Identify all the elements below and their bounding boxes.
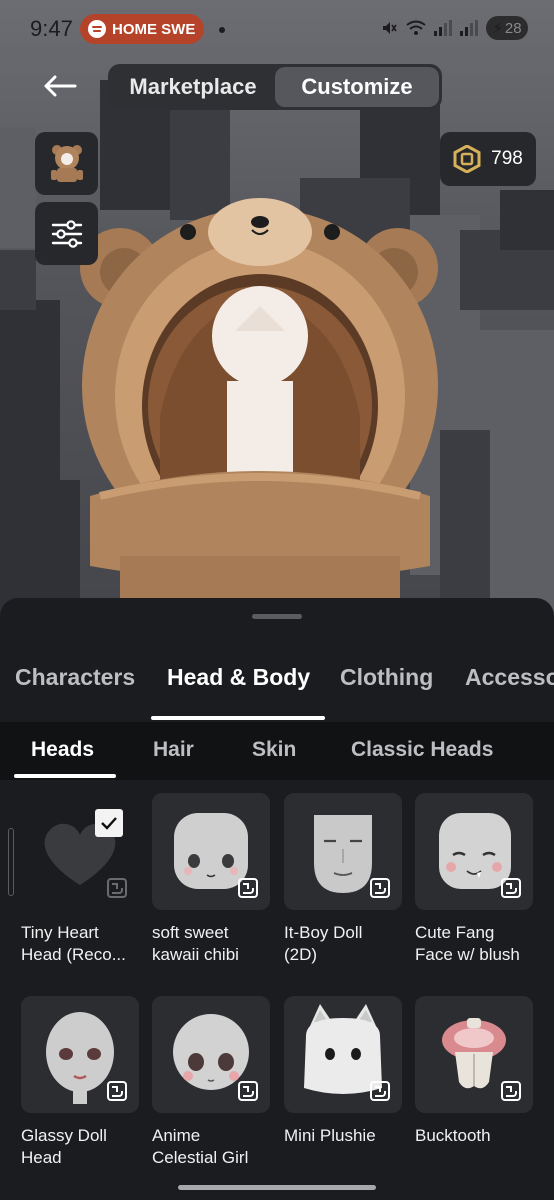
check-icon: [101, 817, 117, 830]
item-name-line1: Anime: [152, 1126, 201, 1145]
item-thumbnail: [21, 996, 139, 1113]
background-building: [0, 250, 36, 310]
media-pill[interactable]: HOME SWE: [80, 14, 204, 44]
charging-icon: ⚡: [492, 20, 503, 37]
tab-accessories[interactable]: Accessories: [465, 664, 554, 691]
category-tabs: Characters Head & Body Clothing Accessor…: [0, 650, 554, 722]
signal-icon-2: [460, 20, 478, 36]
subtab-indicator: [14, 774, 116, 778]
robux-balance-button[interactable]: 798: [440, 132, 536, 186]
item-name-line1: Cute Fang: [415, 923, 495, 942]
category-tab-indicator: [151, 716, 325, 720]
background-building: [500, 190, 554, 250]
mode-switcher: Marketplace Customize: [108, 64, 442, 110]
item-thumbnail: [284, 793, 402, 910]
avatar-model[interactable]: [80, 196, 440, 620]
item-thumbnail: [415, 996, 533, 1113]
face-icon: [107, 1081, 127, 1101]
back-button[interactable]: [36, 66, 84, 106]
subtab-heads[interactable]: Heads: [31, 738, 94, 762]
item-card[interactable]: Bucktooth: [415, 996, 533, 1147]
face-icon: [370, 1081, 390, 1101]
item-name-line1: Mini Plushie: [284, 1126, 376, 1145]
system-icons: ⚡ 28: [380, 16, 528, 40]
subtab-classic-heads[interactable]: Classic Heads: [351, 738, 493, 762]
arrow-left-icon: [44, 75, 77, 97]
status-time: 9:47: [30, 16, 73, 41]
face-icon: [501, 1081, 521, 1101]
item-thumbnail: [152, 996, 270, 1113]
item-thumbnail: [21, 793, 139, 910]
tab-characters[interactable]: Characters: [15, 664, 135, 691]
face-icon: [238, 1081, 258, 1101]
media-pill-label: HOME SWE: [112, 20, 196, 38]
background-building: [0, 128, 36, 248]
item-name-line2: (2D): [284, 945, 318, 964]
face-icon: [107, 878, 127, 898]
background-building: [440, 430, 490, 620]
item-name-line1: Tiny Heart: [21, 923, 99, 942]
item-thumbnail: [415, 793, 533, 910]
tab-head-body[interactable]: Head & Body: [167, 664, 310, 691]
mute-icon: [383, 22, 397, 34]
outfit-thumbnail-button[interactable]: [35, 132, 98, 195]
item-name-line2: Head: [21, 1148, 62, 1167]
face-icon: [370, 878, 390, 898]
item-name-line2: Head (Reco...: [21, 945, 126, 964]
spotify-icon: [88, 20, 106, 38]
item-name-line1: soft sweet: [152, 923, 229, 942]
tab-clothing[interactable]: Clothing: [340, 664, 433, 691]
subtab-hair[interactable]: Hair: [153, 738, 194, 762]
item-thumbnail: [152, 793, 270, 910]
item-card[interactable]: Cute Fang Face w/ blush: [415, 793, 533, 966]
item-card[interactable]: Anime Celestial Girl: [152, 996, 270, 1169]
item-name-line1: It-Boy Doll: [284, 923, 363, 942]
item-card[interactable]: It-Boy Doll (2D): [284, 793, 402, 966]
selected-checkbox[interactable]: [95, 809, 123, 837]
scrollbar[interactable]: [8, 828, 14, 896]
item-name-line2: kawaii chibi: [152, 945, 239, 964]
item-card[interactable]: soft sweet kawaii chibi: [152, 793, 270, 966]
item-card[interactable]: Tiny Heart Head (Reco...: [21, 793, 139, 966]
sliders-icon: [51, 219, 82, 248]
item-name-line1: Bucktooth: [415, 1126, 491, 1145]
filter-button[interactable]: [35, 202, 98, 265]
item-card[interactable]: Glassy Doll Head: [21, 996, 139, 1169]
battery-indicator: ⚡ 28: [486, 16, 528, 40]
tab-marketplace[interactable]: Marketplace: [111, 67, 275, 107]
face-icon: [238, 878, 258, 898]
notification-dot: [219, 27, 225, 33]
home-indicator[interactable]: [178, 1185, 376, 1190]
sheet-drag-handle[interactable]: [252, 614, 302, 619]
customize-sheet: Characters Head & Body Clothing Accessor…: [0, 598, 554, 1200]
tab-customize[interactable]: Customize: [275, 67, 439, 107]
robux-amount: 798: [491, 148, 523, 169]
item-name-line2: Face w/ blush: [415, 945, 520, 964]
robux-icon: [453, 145, 481, 173]
face-icon: [501, 878, 521, 898]
subtab-skin[interactable]: Skin: [252, 738, 296, 762]
signal-icon: [434, 20, 452, 36]
item-name-line1: Glassy Doll: [21, 1126, 107, 1145]
status-bar: 9:47 HOME SWE ⚡ 28: [0, 0, 554, 58]
battery-level: 28: [504, 19, 522, 37]
avatar-thumbnail-icon: [50, 144, 83, 182]
item-thumbnail: [284, 996, 402, 1113]
wifi-icon: [406, 20, 426, 35]
subcategory-tabs: Heads Hair Skin Classic Heads: [0, 722, 554, 780]
item-card[interactable]: Mini Plushie: [284, 996, 402, 1147]
item-name-line2: Celestial Girl: [152, 1148, 249, 1167]
